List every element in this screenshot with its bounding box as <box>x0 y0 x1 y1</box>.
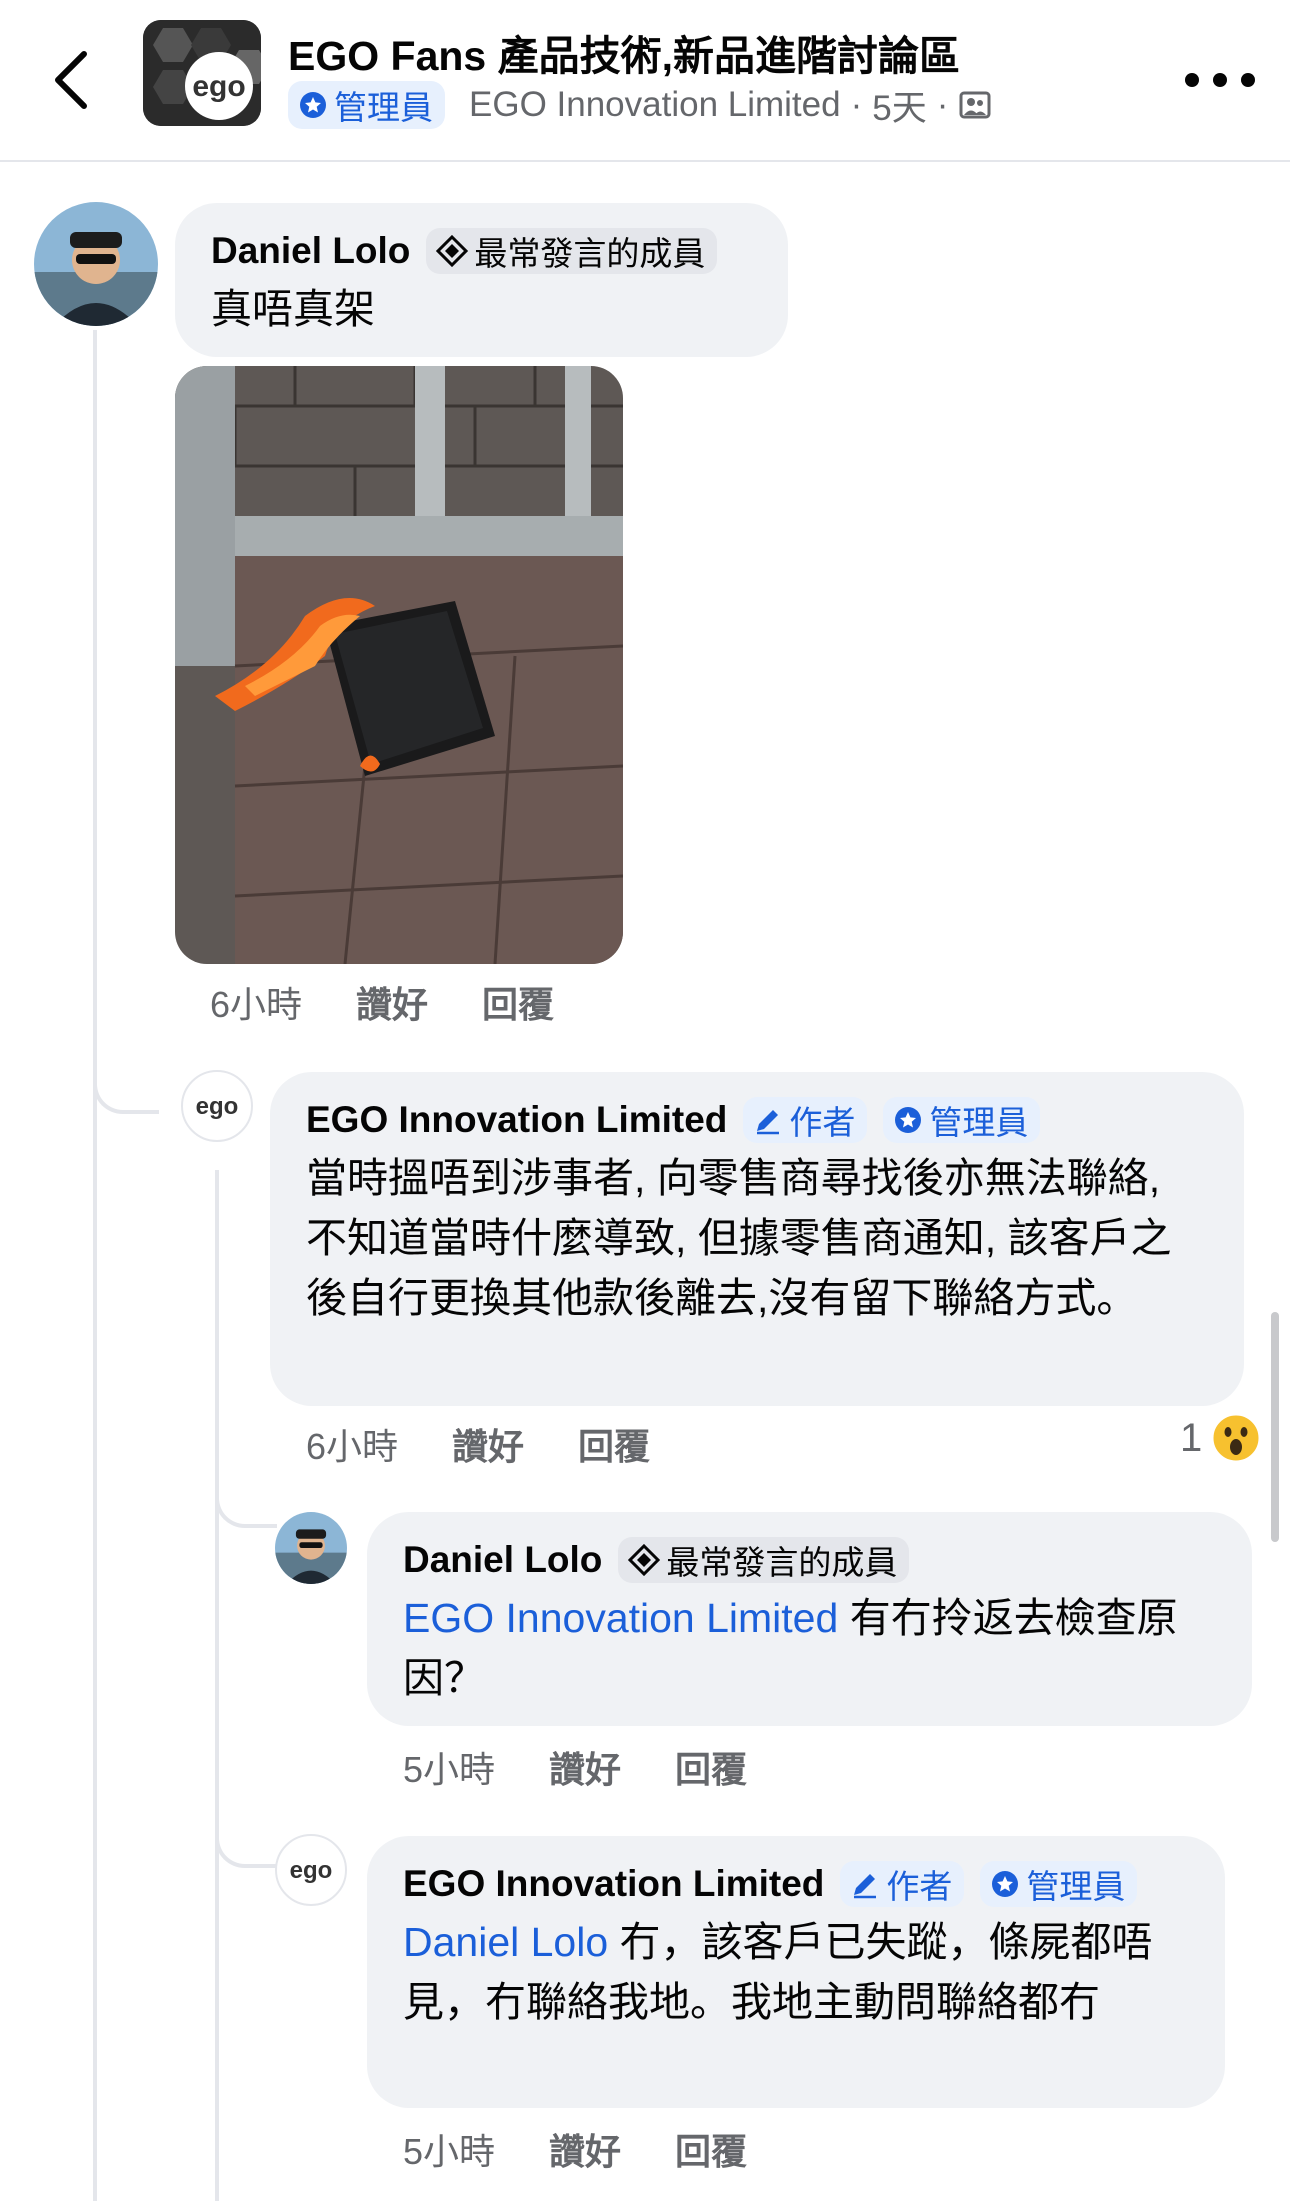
top-contributor-badge: 最常發言的成員 <box>618 1537 910 1583</box>
chevron-left-icon <box>55 51 87 109</box>
admin-badge: 管理員 <box>883 1097 1041 1143</box>
like-button[interactable]: 讚好 <box>452 1418 524 1470</box>
author-badge-label: 作者 <box>886 1868 953 1905</box>
comment-time[interactable]: 5小時 <box>403 2123 495 2175</box>
wow-reaction-icon <box>1210 1412 1262 1464</box>
comment-actions: 5小時 讚好 回覆 <box>403 2125 747 2173</box>
author-badge: 作者 <box>840 1861 965 1907</box>
avatar[interactable] <box>34 202 158 326</box>
top-contributor-badge: 最常發言的成員 <box>426 228 718 274</box>
scrollbar[interactable] <box>1271 1312 1279 1542</box>
reply-button[interactable]: 回覆 <box>578 1418 650 1470</box>
comment-header: EGO Innovation Limited 作者 管理員 <box>306 1096 1208 1144</box>
group-header: ego EGO Fans 產品技術,新品進階討論區 管理員 EGO Innova… <box>0 0 1290 162</box>
comment-header: Daniel Lolo 最常發言的成員 <box>211 227 752 275</box>
thread-connector <box>215 1800 277 1868</box>
comment-text: 當時搵唔到涉事者, 向零售商尋找後亦無法聯絡, 不知道當時什麼導致, 但據零售商… <box>306 1155 1172 1321</box>
thread-line-main <box>93 330 97 2201</box>
comment-author[interactable]: EGO Innovation Limited <box>403 1863 824 1905</box>
comment-author[interactable]: Daniel Lolo <box>211 230 410 272</box>
reply-button[interactable]: 回覆 <box>675 2123 747 2175</box>
admin-star-icon <box>895 1107 922 1133</box>
comment-text: EGO Innovation Limited 有冇拎返去檢查原因？ <box>403 1588 1216 1708</box>
mention-link[interactable]: Daniel Lolo <box>403 1919 608 1965</box>
diamond-icon <box>628 1544 661 1576</box>
author-badge: 作者 <box>743 1097 868 1143</box>
svg-text:ego: ego <box>290 1857 333 1884</box>
comment-time[interactable]: 6小時 <box>210 976 302 1028</box>
more-options-button[interactable] <box>1185 62 1255 98</box>
comment-photo[interactable] <box>175 366 623 964</box>
more-dot-icon <box>1241 73 1255 87</box>
back-button[interactable] <box>48 48 96 112</box>
top-contributor-label: 最常發言的成員 <box>666 1544 898 1581</box>
comment-text: 真唔真架 <box>211 286 375 332</box>
pencil-icon <box>757 1110 780 1135</box>
reply-button[interactable]: 回覆 <box>482 976 554 1028</box>
comment-bubble: EGO Innovation Limited 作者 管理員 當時搵唔到涉事者, … <box>270 1072 1244 1406</box>
reaction-count: 1 <box>1180 1415 1203 1460</box>
separator-dot-2: · <box>936 85 949 124</box>
comment-time[interactable]: 6小時 <box>306 1418 398 1470</box>
group-avatar[interactable]: ego <box>143 20 261 126</box>
comment-header: EGO Innovation Limited 作者 管理員 <box>403 1860 1189 1908</box>
user-photo-icon <box>34 202 158 326</box>
top-contributor-label: 最常發言的成員 <box>474 235 706 272</box>
reply-button[interactable]: 回覆 <box>675 1741 747 1793</box>
like-button[interactable]: 讚好 <box>356 976 428 1028</box>
avatar[interactable] <box>275 1512 347 1584</box>
ego-logo-icon: ego <box>196 1093 239 1120</box>
more-dot-icon <box>1185 73 1199 87</box>
comment-author[interactable]: EGO Innovation Limited <box>306 1099 727 1141</box>
group-title[interactable]: EGO Fans 產品技術,新品進階討論區 <box>288 22 960 82</box>
comment-author[interactable]: Daniel Lolo <box>403 1539 602 1581</box>
comment-actions: 6小時 讚好 回覆 <box>306 1420 650 1468</box>
avatar[interactable]: ego <box>275 1834 347 1906</box>
admin-badge-label: 管理員 <box>929 1104 1029 1141</box>
admin-badge: 管理員 <box>288 81 445 129</box>
like-button[interactable]: 讚好 <box>549 2123 621 2175</box>
author-badge-label: 作者 <box>789 1104 856 1141</box>
thread-connector <box>93 1040 159 1114</box>
burning-phone-image <box>175 366 623 964</box>
separator-dot: · <box>850 85 863 124</box>
like-button[interactable]: 讚好 <box>549 1741 621 1793</box>
comment-bubble: Daniel Lolo 最常發言的成員 EGO Innovation Limit… <box>367 1512 1252 1726</box>
diamond-icon <box>436 235 469 267</box>
pencil-icon <box>854 1874 877 1899</box>
poster-name[interactable]: EGO Innovation Limited <box>469 85 841 125</box>
thread-line-reply <box>215 1170 219 2201</box>
comment-bubble: EGO Innovation Limited 作者 管理員 Daniel Lol… <box>367 1836 1225 2108</box>
avatar[interactable]: ego <box>181 1070 253 1142</box>
comment-header: Daniel Lolo 最常發言的成員 <box>403 1536 1216 1584</box>
ego-logo-icon: ego <box>290 1857 333 1884</box>
thread-connector <box>215 1460 277 1528</box>
admin-badge-label: 管理員 <box>1026 1868 1126 1905</box>
group-privacy-icon <box>959 91 991 119</box>
user-photo-icon <box>275 1512 347 1584</box>
admin-star-icon <box>992 1871 1019 1897</box>
admin-star-icon <box>300 92 326 118</box>
mention-link[interactable]: EGO Innovation Limited <box>403 1595 838 1641</box>
ego-logo-icon: ego <box>143 20 261 126</box>
admin-badge-label: 管理員 <box>334 89 433 126</box>
post-meta-row: 管理員 EGO Innovation Limited · 5天 · <box>288 80 992 130</box>
comment-actions: 6小時 讚好 回覆 <box>210 978 554 1026</box>
svg-text:ego: ego <box>196 1093 239 1120</box>
admin-badge: 管理員 <box>980 1861 1138 1907</box>
post-age[interactable]: 5天 <box>872 80 926 131</box>
comment-time[interactable]: 5小時 <box>403 1741 495 1793</box>
comment-bubble: Daniel Lolo 最常發言的成員 真唔真架 <box>175 203 788 357</box>
comment-text: Daniel Lolo 冇，該客戶已失蹤，條屍都唔見，冇聯絡我地。我地主動問聯絡… <box>403 1912 1189 2032</box>
svg-text:ego: ego <box>192 70 245 103</box>
reaction-summary[interactable]: 1 <box>1180 1412 1262 1464</box>
comment-actions: 5小時 讚好 回覆 <box>403 1743 747 1791</box>
more-dot-icon <box>1213 73 1227 87</box>
